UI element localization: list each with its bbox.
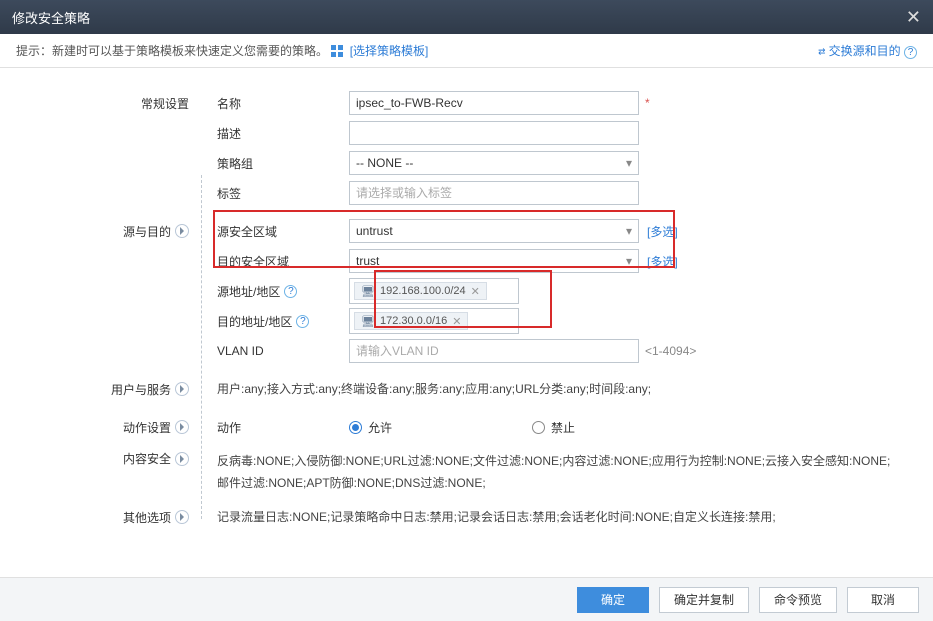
chevron-down-icon: ▾ [626,224,632,238]
help-icon[interactable]: ? [904,46,917,59]
group-label: 策略组 [195,155,349,172]
action-deny-radio[interactable]: 禁止 [532,419,575,436]
dialog-footer: 确定 确定并复制 命令预览 取消 [0,577,933,621]
close-icon[interactable]: ✕ [906,7,921,28]
section-action-label: 动作设置 [0,419,195,436]
dstaddr-input[interactable]: 🖥 172.30.0.0/16 ✕ [349,308,519,334]
radio-icon [349,421,362,434]
radio-icon [532,421,545,434]
dstaddr-chip: 🖥 172.30.0.0/16 ✕ [354,312,468,330]
group-select[interactable]: -- NONE -- ▾ [349,151,639,175]
template-icon [331,45,343,57]
section-general-label: 常规设置 [0,95,195,112]
action-deny-label: 禁止 [551,419,575,436]
name-input[interactable] [349,91,639,115]
expand-icon[interactable] [175,420,189,434]
name-label: 名称 [195,95,349,112]
ok-copy-button[interactable]: 确定并复制 [659,587,749,613]
ok-button[interactable]: 确定 [577,587,649,613]
expand-icon[interactable] [175,452,189,466]
vlan-label: VLAN ID [195,344,349,358]
desc-label: 描述 [195,125,349,142]
chevron-down-icon: ▾ [626,254,632,268]
section-other-label: 其他选项 [0,509,195,526]
tip-right: ⇄ 交换源和目的 ? [818,42,917,59]
vlan-hint: <1-4094> [645,344,696,358]
srczone-select[interactable]: untrust ▾ [349,219,639,243]
swap-src-dst-link[interactable]: ⇄ 交换源和目的 ? [818,44,917,58]
srcaddr-chip: 🖥 192.168.100.0/24 ✕ [354,282,487,300]
expand-icon[interactable] [175,224,189,238]
action-allow-radio[interactable]: 允许 [349,419,392,436]
monitor-icon: 🖥 [361,315,375,328]
dialog-title: 修改安全策略 [12,8,90,27]
other-summary: 记录流量日志:NONE;记录策略命中日志:禁用;记录会话日志:禁用;会话老化时间… [195,506,895,528]
dialog-titlebar: 修改安全策略 ✕ [0,0,933,34]
vlan-input[interactable] [349,339,639,363]
tip-left: 提示：新建时可以基于策略模板来快速定义您需要的策略。 [选择策略模板] [16,42,428,59]
action-allow-label: 允许 [368,419,392,436]
remove-chip-icon[interactable]: ✕ [471,285,480,298]
section-contentsec-label: 内容安全 [0,450,195,467]
section-srcdst-label: 源与目的 [0,223,195,240]
tip-text: 提示：新建时可以基于策略模板来快速定义您需要的策略。 [16,44,328,58]
form-content: 常规设置 名称 * 描述 策略组 -- NONE -- ▾ 标签 [0,68,933,577]
cancel-button[interactable]: 取消 [847,587,919,613]
tags-label: 标签 [195,185,349,202]
dstzone-select[interactable]: trust ▾ [349,249,639,273]
srczone-value: untrust [356,224,393,238]
select-template-link[interactable]: [选择策略模板] [350,44,429,58]
action-label: 动作 [195,419,349,436]
tip-bar: 提示：新建时可以基于策略模板来快速定义您需要的策略。 [选择策略模板] ⇄ 交换… [0,34,933,68]
dstzone-label: 目的安全区域 [195,253,349,270]
required-star: * [645,96,650,110]
swap-label: 交换源和目的 [829,44,901,58]
preview-button[interactable]: 命令预览 [759,587,837,613]
dstaddr-label: 目的地址/地区 ? [195,313,349,330]
section-userservice-label: 用户与服务 [0,381,195,398]
userservice-summary: 用户:any;接入方式:any;终端设备:any;服务:any;应用:any;U… [195,378,895,400]
contentsec-summary: 反病毒:NONE;入侵防御:NONE;URL过滤:NONE;文件过滤:NONE;… [195,450,895,494]
dstzone-multi-link[interactable]: [多选] [647,255,678,269]
srczone-label: 源安全区域 [195,223,349,240]
desc-input[interactable] [349,121,639,145]
chevron-down-icon: ▾ [626,156,632,170]
expand-icon[interactable] [175,382,189,396]
srcaddr-input[interactable]: 🖥 192.168.100.0/24 ✕ [349,278,519,304]
srcaddr-chip-text: 192.168.100.0/24 [380,285,466,297]
dstaddr-chip-text: 172.30.0.0/16 [380,315,447,327]
tags-input[interactable] [349,181,639,205]
help-icon[interactable]: ? [284,285,297,298]
dstzone-value: trust [356,254,379,268]
srcaddr-label: 源地址/地区 ? [195,283,349,300]
srczone-multi-link[interactable]: [多选] [647,225,678,239]
expand-icon[interactable] [175,510,189,524]
swap-icon: ⇄ [818,44,825,58]
group-value: -- NONE -- [356,156,413,170]
remove-chip-icon[interactable]: ✕ [452,315,461,328]
help-icon[interactable]: ? [296,315,309,328]
monitor-icon: 🖥 [361,285,375,298]
